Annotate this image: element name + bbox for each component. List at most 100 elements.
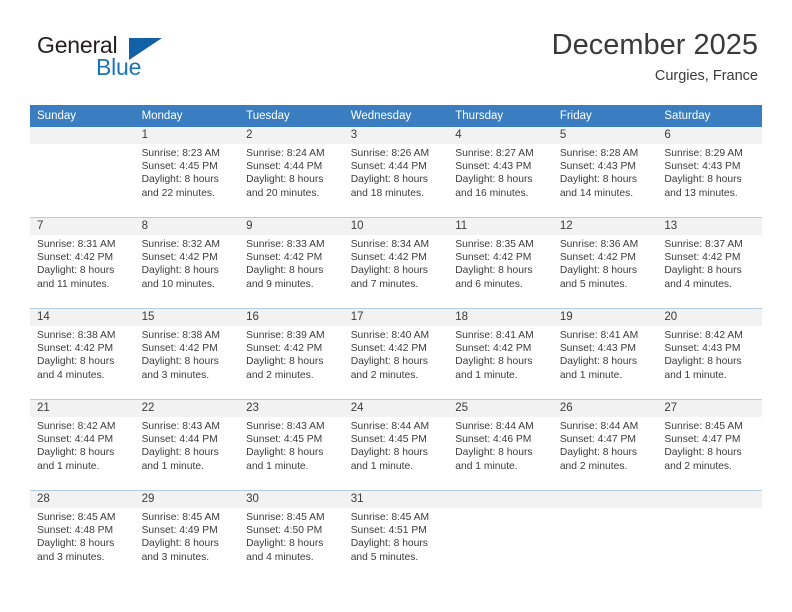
day-number: 13: [657, 218, 762, 235]
sunrise-time: Sunrise: 8:35 AM: [455, 239, 534, 250]
calendar-day-cell[interactable]: 6 Sunrise: 8:29 AM Sunset: 4:43 PM Daylight…: [657, 127, 762, 218]
calendar-day-cell[interactable]: 18 Sunrise: 8:41 AM Sunset: 4:42 PM Dayligh…: [448, 308, 553, 400]
sunset-time: Sunset: 4:42 PM: [455, 343, 532, 355]
calendar-day-cell[interactable]: 17 Sunrise: 8:40 AM Sunset: 4:42 PM Dayligh…: [343, 308, 449, 400]
calendar-day-cell[interactable]: 27 Sunrise: 8:45 AM Sunset: 4:47 PM Dayligh…: [657, 399, 762, 491]
calendar-day-cell[interactable]: 20 Sunrise: 8:42 AM Sunset: 4:43 PM Dayligh…: [657, 308, 762, 400]
calendar-day-cell[interactable]: 7 Sunrise: 8:31 AM Sunset: 4:42 PM Daylight…: [30, 217, 135, 309]
sunrise-time: Sunrise: 8:23 AM: [141, 148, 220, 159]
calendar-day-cell[interactable]: 29 Sunrise: 8:45 AM Sunset: 4:49 PM Dayligh…: [134, 490, 240, 581]
calendar-day-cell[interactable]: 28 Sunrise: 8:45 AM Sunset: 4:48 PM Dayligh…: [30, 490, 135, 581]
calendar-day-cell[interactable]: 14 Sunrise: 8:38 AM Sunset: 4:42 PM Dayligh…: [30, 308, 135, 400]
daylight-line-1: Daylight: 8 hours: [350, 356, 428, 368]
calendar-day-cell[interactable]: 12 Sunrise: 8:36 AM Sunset: 4:42 PM Dayligh…: [552, 217, 658, 309]
sunset-time: Sunset: 4:47 PM: [559, 434, 636, 446]
sunset-time: Sunset: 4:44 PM: [37, 434, 114, 446]
calendar-day-cell[interactable]: 3 Sunrise: 8:26 AM Sunset: 4:44 PM Daylight…: [343, 127, 449, 218]
sunset-time: Sunset: 4:43 PM: [664, 343, 741, 355]
calendar-day-cell[interactable]: 13 Sunrise: 8:37 AM Sunset: 4:42 PM Dayligh…: [657, 217, 762, 309]
calendar-day-cell[interactable]: 26 Sunrise: 8:44 AM Sunset: 4:47 PM Dayligh…: [552, 399, 658, 491]
day-details: Sunrise: 8:38 AM Sunset: 4:42 PM Daylight:…: [30, 326, 135, 382]
calendar-day-cell[interactable]: 21 Sunrise: 8:42 AM Sunset: 4:44 PM Dayligh…: [30, 399, 135, 491]
day-details: Sunrise: 8:32 AM Sunset: 4:42 PM Daylight:…: [135, 235, 240, 291]
calendar-day-cell[interactable]: 23 Sunrise: 8:43 AM Sunset: 4:45 PM Dayligh…: [239, 399, 344, 491]
daylight-line-1: Daylight: 8 hours: [559, 265, 638, 277]
daylight-line-1: Daylight: 8 hours: [455, 447, 533, 459]
daylight-line-1: Daylight: 8 hours: [37, 265, 115, 277]
calendar-day-cell[interactable]: 5 Sunrise: 8:28 AM Sunset: 4:43 PM Daylight…: [552, 127, 658, 218]
daylight-line-1: Daylight: 8 hours: [664, 174, 742, 186]
day-number: 14: [30, 309, 135, 326]
day-number: 12: [552, 218, 658, 235]
calendar-day-cell[interactable]: 9 Sunrise: 8:33 AM Sunset: 4:42 PM Daylight…: [239, 217, 344, 309]
daylight-line-1: Daylight: 8 hours: [455, 356, 533, 368]
sunrise-time: Sunrise: 8:34 AM: [350, 239, 430, 250]
calendar-day-cell[interactable]: 4 Sunrise: 8:27 AM Sunset: 4:43 PM Daylight…: [448, 127, 553, 218]
calendar-day-cell[interactable]: 31 Sunrise: 8:45 AM Sunset: 4:51 PM Dayligh…: [343, 490, 449, 581]
calendar-day-cell[interactable]: 30 Sunrise: 8:45 AM Sunset: 4:50 PM Dayligh…: [239, 490, 344, 581]
calendar-day-cell[interactable]: 1 Sunrise: 8:23 AM Sunset: 4:45 PM Daylight…: [134, 127, 240, 218]
sunset-time: Sunset: 4:43 PM: [559, 343, 636, 355]
day-number: 18: [448, 309, 553, 326]
day-details: Sunrise: 8:34 AM Sunset: 4:42 PM Daylight:…: [344, 235, 449, 291]
calendar-day-cell[interactable]: 19 Sunrise: 8:41 AM Sunset: 4:43 PM Dayligh…: [552, 308, 658, 400]
daylight-line-1: Daylight: 8 hours: [141, 174, 219, 186]
sunrise-time: Sunrise: 8:39 AM: [246, 330, 325, 341]
daylight-line-1: Daylight: 8 hours: [141, 538, 219, 550]
day-number: 3: [343, 127, 449, 144]
calendar-page: General Blue December 2025 Curgies, Fran…: [0, 0, 792, 612]
sunset-time: Sunset: 4:43 PM: [559, 161, 636, 173]
daylight-line-2: and 3 minutes.: [37, 551, 105, 563]
sunset-time: Sunset: 4:48 PM: [37, 525, 114, 537]
day-number: 6: [657, 127, 762, 144]
sunset-time: Sunset: 4:50 PM: [246, 525, 323, 537]
daylight-line-1: Daylight: 8 hours: [664, 265, 742, 277]
sunset-time: Sunset: 4:42 PM: [37, 343, 114, 355]
sunset-time: Sunset: 4:42 PM: [664, 252, 741, 264]
day-details: Sunrise: 8:40 AM Sunset: 4:42 PM Daylight:…: [344, 326, 449, 382]
calendar-week-row: 1 Sunrise: 8:23 AM Sunset: 4:45 PM Daylight…: [30, 127, 762, 218]
sunset-time: Sunset: 4:45 PM: [141, 161, 218, 173]
calendar-day-cell[interactable]: 24 Sunrise: 8:44 AM Sunset: 4:45 PM Dayligh…: [343, 399, 449, 491]
daylight-line-2: and 16 minutes.: [455, 187, 529, 199]
calendar-day-cell[interactable]: 25 Sunrise: 8:44 AM Sunset: 4:46 PM Dayligh…: [448, 399, 553, 491]
sunset-time: Sunset: 4:42 PM: [141, 252, 218, 264]
brand-logo[interactable]: General Blue: [34, 32, 254, 90]
day-number: 23: [239, 400, 344, 417]
daylight-line-2: and 2 minutes.: [246, 369, 314, 381]
day-details: Sunrise: 8:39 AM Sunset: 4:42 PM Daylight:…: [239, 326, 344, 382]
calendar-day-cell-empty: [30, 127, 135, 218]
calendar-day-cell[interactable]: 15 Sunrise: 8:38 AM Sunset: 4:42 PM Dayligh…: [134, 308, 240, 400]
day-number: [448, 491, 553, 508]
daylight-line-2: and 3 minutes.: [141, 551, 210, 563]
sunset-time: Sunset: 4:44 PM: [141, 434, 218, 446]
daylight-line-2: and 14 minutes.: [559, 187, 634, 199]
daylight-line-1: Daylight: 8 hours: [664, 356, 742, 368]
daylight-line-1: Daylight: 8 hours: [246, 265, 324, 277]
day-details: Sunrise: 8:44 AM Sunset: 4:47 PM Daylight:…: [553, 417, 658, 473]
calendar-day-cell[interactable]: 10 Sunrise: 8:34 AM Sunset: 4:42 PM Dayligh…: [343, 217, 449, 309]
daylight-line-2: and 22 minutes.: [141, 187, 215, 199]
sunset-time: Sunset: 4:43 PM: [455, 161, 532, 173]
day-details: Sunrise: 8:43 AM Sunset: 4:45 PM Daylight:…: [239, 417, 344, 473]
calendar-day-cell[interactable]: 8 Sunrise: 8:32 AM Sunset: 4:42 PM Daylight…: [134, 217, 240, 309]
weekday-header-sunday: Sunday: [30, 105, 135, 127]
day-details: Sunrise: 8:41 AM Sunset: 4:42 PM Daylight:…: [448, 326, 553, 382]
sunrise-time: Sunrise: 8:43 AM: [141, 421, 220, 432]
sunrise-time: Sunrise: 8:42 AM: [664, 330, 743, 341]
daylight-line-1: Daylight: 8 hours: [559, 447, 638, 459]
sunrise-time: Sunrise: 8:44 AM: [350, 421, 430, 432]
calendar-day-cell[interactable]: 16 Sunrise: 8:39 AM Sunset: 4:42 PM Dayligh…: [239, 308, 344, 400]
calendar-day-cell[interactable]: 2 Sunrise: 8:24 AM Sunset: 4:44 PM Daylight…: [239, 127, 344, 218]
daylight-line-2: and 4 minutes.: [37, 369, 105, 381]
day-details: Sunrise: 8:45 AM Sunset: 4:47 PM Daylight:…: [657, 417, 762, 473]
day-number: 20: [657, 309, 762, 326]
calendar-day-cell[interactable]: 22 Sunrise: 8:43 AM Sunset: 4:44 PM Dayligh…: [134, 399, 240, 491]
day-number: [30, 127, 135, 144]
sunrise-time: Sunrise: 8:45 AM: [350, 512, 430, 523]
daylight-line-2: and 11 minutes.: [37, 278, 110, 290]
calendar-day-cell[interactable]: 11 Sunrise: 8:35 AM Sunset: 4:42 PM Dayligh…: [448, 217, 553, 309]
daylight-line-1: Daylight: 8 hours: [246, 356, 324, 368]
daylight-line-1: Daylight: 8 hours: [559, 356, 638, 368]
daylight-line-1: Daylight: 8 hours: [246, 447, 324, 459]
